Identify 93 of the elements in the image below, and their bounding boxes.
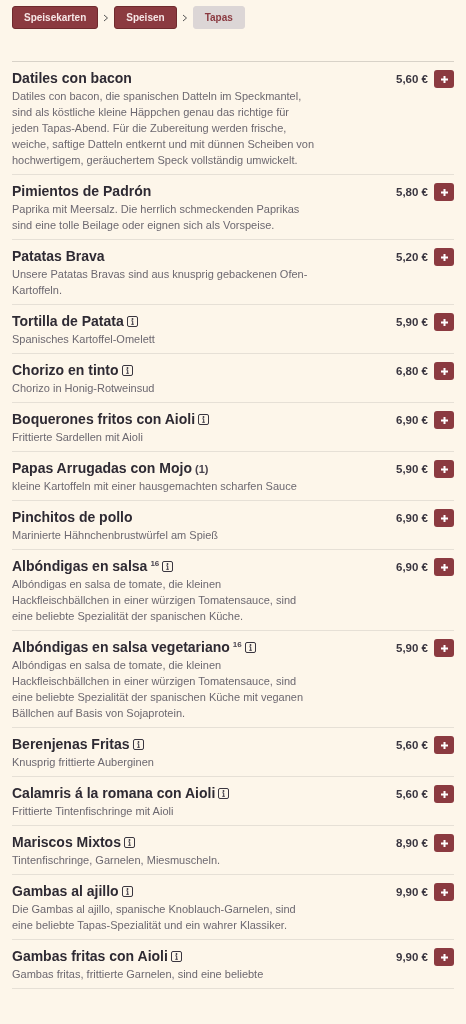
- dish-description: Paprika mit Meersalz. Die herrlich schmeckenden Paprikas sind eine tolle Beilage oder eignen sich als Vorspeise.: [12, 202, 301, 233]
- price: 5,20 €: [396, 250, 428, 265]
- dish-name: Boquerones fritos con Aioli: [12, 410, 196, 429]
- add-button[interactable]: [434, 460, 454, 478]
- info-icon[interactable]: [132, 739, 144, 750]
- price: 6,80 €: [396, 364, 428, 379]
- dish-name: Pimientos de Padrón: [12, 182, 152, 201]
- add-button[interactable]: [434, 834, 454, 852]
- plus-icon: [439, 887, 449, 897]
- price: 5,90 €: [396, 462, 428, 477]
- dish-name: Albóndigas en salsa: [12, 557, 148, 576]
- add-button[interactable]: [434, 509, 454, 527]
- dish-name: Datiles con bacon: [12, 69, 132, 88]
- plus-icon: [439, 513, 449, 523]
- dish-name: Chorizo en tinto: [12, 361, 119, 380]
- dish-description: Unsere Patatas Bravas sind aus knusprig gebackenen Ofen-Kartoffeln.: [12, 267, 309, 298]
- price: 5,90 €: [396, 641, 428, 656]
- price: 5,60 €: [396, 787, 428, 802]
- price: 8,90 €: [396, 836, 428, 851]
- price: 6,90 €: [396, 511, 428, 526]
- dish-description: Frittierte Tintenfischringe mit Aioli: [12, 804, 175, 819]
- price: 9,90 €: [396, 950, 428, 965]
- plus-icon: [439, 317, 449, 327]
- dish-description: Gambas fritas, frittierte Garnelen, sind eine beliebte: [12, 967, 265, 982]
- dish-description: Marinierte Hähnchenbrustwürfel am Spieß: [12, 528, 220, 543]
- dish-description: Datiles con bacon, die spanischen Datteln im Speckmantel, sind als köstliche kleine Häppchen genau das richtige für jeden Tapas-Abend. Für die Zubereitung werden frische, weiche, saftige Datteln entkernt und mit dünnen Scheiben von hochwertigem, geräuchertem Speck vollständig umwickelt.: [12, 89, 316, 168]
- plus-icon: [439, 252, 449, 262]
- price: 6,90 €: [396, 413, 428, 428]
- dish-name: Tortilla de Patata: [12, 312, 124, 331]
- plus-icon: [439, 740, 449, 750]
- plus-icon: [439, 415, 449, 425]
- add-button[interactable]: [434, 313, 454, 331]
- dish-description: Chorizo in Honig-Rotweinsud: [12, 381, 156, 396]
- add-button[interactable]: [434, 558, 454, 576]
- price: 9,90 €: [396, 885, 428, 900]
- plus-icon: [439, 74, 449, 84]
- plus-icon: [439, 952, 449, 962]
- dish-name: Albóndigas en salsa vegetariano: [12, 638, 230, 657]
- breadcrumb-link[interactable]: Speisekarten: [12, 6, 99, 29]
- dish-description: Knusprig frittierte Auberginen: [12, 755, 155, 770]
- allergen-note: 16: [232, 640, 242, 649]
- dish-name: Gambas fritas con Aioli: [12, 947, 168, 966]
- chevron-icon: [103, 13, 110, 22]
- add-button[interactable]: [434, 785, 454, 803]
- add-button[interactable]: [434, 639, 454, 657]
- add-button[interactable]: [434, 883, 454, 901]
- plus-icon: [439, 187, 449, 197]
- breadcrumb-link[interactable]: Speisen: [114, 6, 177, 29]
- add-button[interactable]: [434, 736, 454, 754]
- dish-description: Tintenfischringe, Garnelen, Miesmuscheln.: [12, 853, 222, 868]
- dish-name: Patatas Brava: [12, 247, 105, 266]
- add-button[interactable]: [434, 411, 454, 429]
- dish-name: Mariscos Mixtos: [12, 833, 121, 852]
- dish-description: Albóndigas en salsa de tomate, die kleinen Hackfleischbällchen in einer würzigen Tomatensauce, sind eine beliebte Spezialität der spanischen Küche.: [12, 577, 298, 624]
- allergen-note: (1): [194, 462, 209, 475]
- price: 5,60 €: [396, 72, 428, 87]
- info-icon[interactable]: [121, 886, 133, 897]
- info-icon[interactable]: [218, 788, 230, 799]
- allergen-note: 16: [150, 559, 160, 568]
- dish-name: Calamris á la romana con Aioli: [12, 784, 216, 803]
- dish-name: Gambas al ajillo: [12, 882, 119, 901]
- dish-name: Papas Arrugadas con Mojo: [12, 459, 192, 478]
- info-icon[interactable]: [126, 316, 138, 327]
- price: 5,90 €: [396, 315, 428, 330]
- price: 5,80 €: [396, 185, 428, 200]
- plus-icon: [439, 643, 449, 653]
- add-button[interactable]: [434, 70, 454, 88]
- plus-icon: [439, 366, 449, 376]
- add-button[interactable]: [434, 362, 454, 380]
- price: 5,60 €: [396, 738, 428, 753]
- dish-name: Pinchitos de pollo: [12, 508, 133, 527]
- add-button[interactable]: [434, 948, 454, 966]
- info-icon[interactable]: [244, 642, 256, 653]
- add-button[interactable]: [434, 248, 454, 266]
- dish-description: Die Gambas al ajillo, spanische Knoblauch-Garnelen, sind eine beliebte Tapas-Spezialität und ein wahrer Klassiker.: [12, 902, 297, 933]
- current-crumb: Tapas: [192, 6, 245, 29]
- dish-description: Spanisches Kartoffel-Omelett: [12, 332, 156, 347]
- dish-name: Berenjenas Fritas: [12, 735, 130, 754]
- info-icon[interactable]: [121, 365, 133, 376]
- info-icon[interactable]: [198, 414, 210, 425]
- dish-description: kleine Kartoffeln mit einer hausgemachten scharfen Sauce: [12, 479, 298, 494]
- info-icon[interactable]: [162, 561, 174, 572]
- info-icon[interactable]: [123, 837, 135, 848]
- plus-icon: [439, 838, 449, 848]
- plus-icon: [439, 562, 449, 572]
- add-button[interactable]: [434, 183, 454, 201]
- plus-icon: [439, 464, 449, 474]
- dish-description: Albóndigas en salsa de tomate, die kleinen Hackfleischbällchen in einer würzigen Tomatensauce, sind eine beliebte Spezialität der spanischen Küche mit veganen Bällchen auf Basis von Sojaprotein.: [12, 658, 305, 721]
- plus-icon: [439, 789, 449, 799]
- dish-description: Frittierte Sardellen mit Aioli: [12, 430, 144, 445]
- info-icon[interactable]: [170, 951, 182, 962]
- price: 6,90 €: [396, 560, 428, 575]
- chevron-icon: [181, 13, 188, 22]
